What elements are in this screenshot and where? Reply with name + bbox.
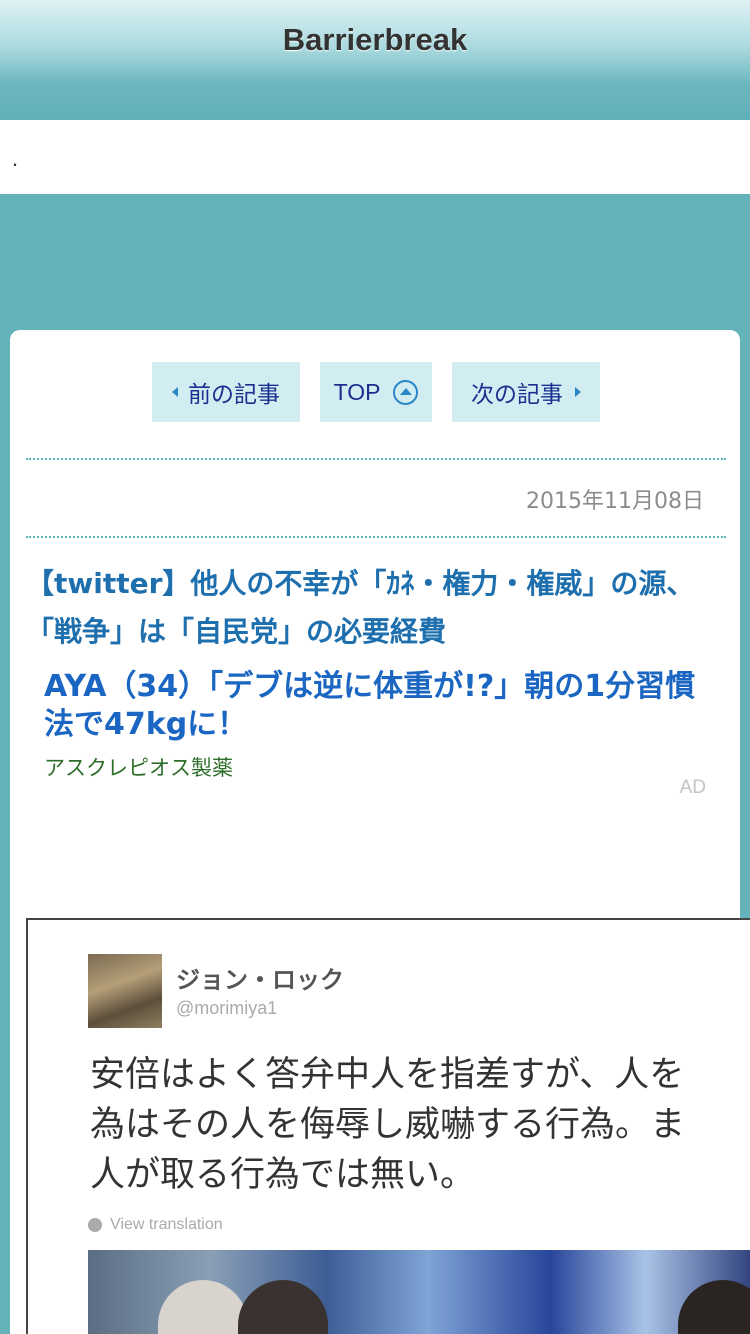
tweet-screenshot-image: ジョン・ロック @morimiya1 安倍はよく答弁中人を指差すが、人を 為はそ…	[26, 918, 750, 1334]
divider	[26, 536, 726, 538]
photo-person	[238, 1280, 328, 1334]
site-header: Barrierbreak	[0, 0, 750, 120]
chevron-right-icon	[575, 387, 581, 397]
ad-title-link[interactable]: AYA（34）「デブは逆に体重が!?」朝の1分習慣法で47kgに！	[44, 668, 714, 744]
avatar	[88, 954, 162, 1028]
tweet-author-handle: @morimiya1	[176, 998, 278, 1018]
view-translation: View translation	[88, 1216, 223, 1234]
tweet-photo	[88, 1250, 750, 1334]
post-title[interactable]: 【twitter】他人の不幸が「ｶﾈ・権力・権威」の源、「戦争」は「自民党」の必…	[26, 560, 726, 656]
photo-person	[678, 1280, 750, 1334]
top-label: TOP	[333, 378, 381, 405]
notice-bar	[0, 120, 750, 194]
notice-text: .	[12, 146, 19, 171]
view-translation-label: View translation	[110, 1216, 223, 1233]
divider	[26, 458, 726, 460]
chevron-left-icon	[172, 387, 178, 397]
ad-sponsor[interactable]: アスクレピオス製薬	[44, 752, 233, 782]
next-article-label: 次の記事	[471, 382, 563, 408]
tweet-text: 安倍はよく答弁中人を指差すが、人を 為はその人を侮辱し威嚇する行為。ま 人が取る…	[90, 1055, 686, 1195]
site-title[interactable]: Barrierbreak	[0, 22, 750, 58]
globe-icon	[88, 1218, 102, 1232]
ad-label: AD	[679, 777, 706, 798]
prev-article-button[interactable]: 前の記事	[152, 362, 300, 422]
arrow-up-circle-icon	[393, 379, 419, 405]
tweet-author-name: ジョン・ロック	[176, 966, 344, 994]
next-article-button[interactable]: 次の記事	[452, 362, 600, 422]
prev-article-label: 前の記事	[188, 382, 280, 408]
post-date: 2015年11月08日	[526, 489, 704, 514]
photo-person	[158, 1280, 248, 1334]
top-button[interactable]: TOP	[320, 362, 432, 422]
